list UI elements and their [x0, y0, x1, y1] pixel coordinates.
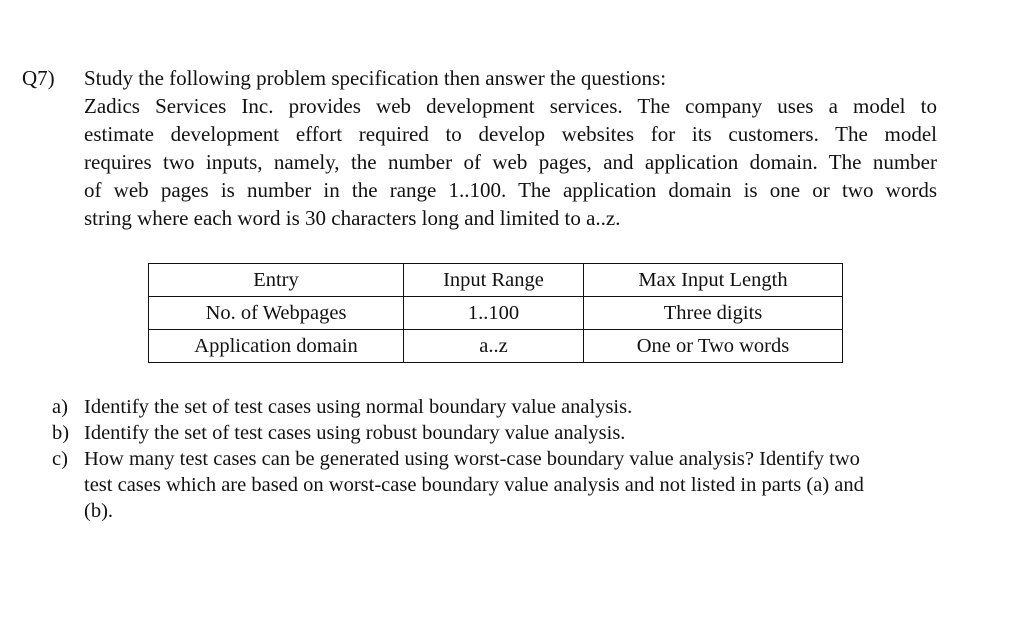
subquestion-label: b) [52, 422, 70, 444]
cell-max-length: One or Two words [583, 329, 843, 363]
subquestion-text: How many test cases can be generated usi… [84, 448, 860, 470]
subquestion-text: (b). [84, 500, 114, 522]
subquestion-label: c) [52, 448, 68, 470]
cell-entry: Application domain [148, 329, 404, 363]
subquestion-label: a) [52, 396, 68, 418]
paragraph-line: requires two inputs, namely, the number … [84, 150, 937, 174]
paragraph-line: Zadics Services Inc. provides web develo… [84, 94, 937, 118]
table-row: Application domain a..z One or Two words [148, 329, 843, 363]
cell-input-range: a..z [403, 329, 584, 363]
header-entry: Entry [148, 263, 404, 297]
cell-max-length: Three digits [583, 296, 843, 330]
question-intro: Study the following problem specificatio… [84, 66, 667, 90]
paragraph-line: string where each word is 30 characters … [84, 206, 621, 230]
header-input-range: Input Range [403, 263, 584, 297]
question-number: Q7) [22, 66, 55, 90]
cell-entry: No. of Webpages [148, 296, 404, 330]
input-spec-table: Entry Input Range Max Input Length No. o… [148, 263, 843, 363]
paragraph-line: estimate development effort required to … [84, 122, 937, 146]
paragraph-line: of web pages is number in the range 1..1… [84, 178, 937, 202]
cell-input-range: 1..100 [403, 296, 584, 330]
subquestion-text: Identify the set of test cases using rob… [84, 422, 626, 444]
subquestion-text: test cases which are based on worst-case… [84, 474, 864, 496]
header-max-input-length: Max Input Length [583, 263, 843, 297]
table-row: No. of Webpages 1..100 Three digits [148, 296, 843, 330]
subquestion-text: Identify the set of test cases using nor… [84, 396, 633, 418]
table-header-row: Entry Input Range Max Input Length [148, 263, 843, 297]
